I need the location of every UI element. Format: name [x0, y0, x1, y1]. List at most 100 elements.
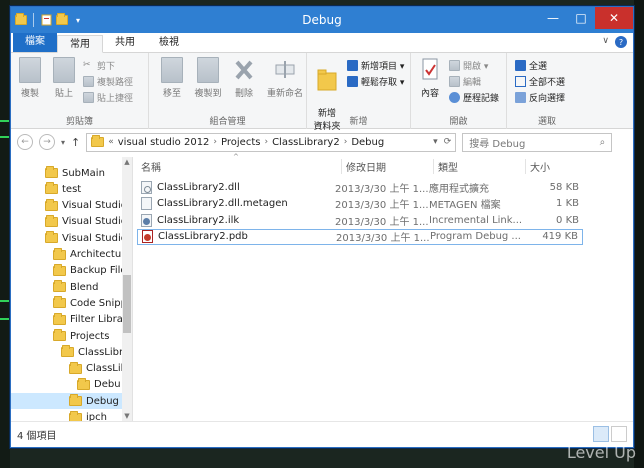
tree-item[interactable]: SubMain	[45, 165, 105, 181]
new-item-button[interactable]: 新增項目 ▾	[347, 59, 404, 72]
paste-shortcut-button[interactable]: 貼上捷徑	[83, 91, 133, 104]
file-type: Program Debug ...	[430, 231, 521, 242]
file-name: ClassLibrary2.pdb	[158, 231, 248, 242]
search-icon: ⌕	[599, 136, 606, 148]
file-list: ^ 名稱 修改日期 類型 大小 ClassLibrary2.dll 2013/3/3…	[133, 153, 633, 421]
tab-share[interactable]: 共用	[103, 34, 147, 52]
address-dropdown-icon[interactable]: ▾	[433, 137, 438, 147]
tree-item[interactable]: ipch	[69, 410, 107, 421]
properties-checklist-icon	[419, 57, 441, 83]
column-header-size[interactable]: 大小	[525, 159, 550, 174]
open-button[interactable]: 開啟 ▾	[449, 59, 488, 72]
column-header-date[interactable]: 修改日期	[341, 159, 386, 174]
explorer-folder-icon[interactable]	[15, 13, 27, 26]
move-to-button[interactable]: 移至	[155, 57, 189, 99]
close-button[interactable]: ✕	[595, 7, 633, 29]
search-placeholder: 搜尋 Debug	[469, 138, 526, 150]
file-size: 0 KB	[556, 214, 579, 226]
tree-item[interactable]: Filter Library	[53, 312, 132, 328]
tree-item-label: Projects	[70, 330, 110, 342]
tab-home[interactable]: 常用	[57, 35, 103, 53]
back-button[interactable]: ←	[17, 134, 33, 150]
sort-ascending-icon: ^	[233, 153, 239, 161]
refresh-icon[interactable]: ⟳	[444, 137, 452, 147]
open-group-label: 開啟	[449, 117, 468, 127]
maximize-button[interactable]: □	[567, 7, 595, 29]
tree-item-label: Visual Studio	[62, 232, 127, 244]
select-all-button[interactable]: 全選	[515, 59, 547, 72]
select-none-icon	[515, 76, 526, 87]
tree-item[interactable]: Projects	[53, 328, 109, 344]
tree-item-label: Visual Studio	[62, 200, 127, 212]
expand-ribbon-icon[interactable]: ∨	[602, 36, 609, 48]
cut-button[interactable]: ✂ 剪下	[83, 59, 115, 72]
easy-access-button[interactable]: 輕鬆存取 ▾	[347, 75, 404, 88]
breadcrumb-item[interactable]: Debug	[351, 137, 384, 148]
tab-view[interactable]: 檢視	[147, 34, 191, 52]
file-row[interactable]: ClassLibrary2.pdb 2013/3/30 上午 1... Progra…	[137, 228, 583, 245]
easy-access-icon	[347, 76, 358, 87]
new-group-label: 新增	[349, 117, 368, 127]
properties-button[interactable]: 內容	[413, 57, 447, 99]
column-header-name[interactable]: ^ 名稱	[141, 153, 239, 174]
new-folder-icon[interactable]	[56, 13, 68, 26]
tree-item[interactable]: Blend	[53, 279, 98, 295]
delete-button[interactable]: 刪除	[227, 57, 261, 99]
forward-button[interactable]: →	[39, 134, 55, 150]
help-icon[interactable]: ?	[615, 36, 627, 48]
scroll-up-icon[interactable]: ▲	[122, 157, 132, 167]
file-row[interactable]: ClassLibrary2.dll.metagen 2013/3/30 上午 1.…	[137, 196, 583, 212]
edit-button[interactable]: 編輯	[449, 75, 481, 88]
tree-item[interactable]: Debu	[77, 377, 121, 393]
navigation-pane-scrollbar[interactable]: ▲ ▼	[122, 157, 132, 421]
tab-file[interactable]: 檔案	[13, 33, 57, 52]
minimize-button[interactable]: —	[539, 7, 567, 29]
tree-item[interactable]: Architecture	[53, 247, 131, 263]
breadcrumb-separator-icon[interactable]: ›	[213, 137, 217, 147]
tree-item-label: SubMain	[62, 167, 105, 179]
folder-icon	[69, 361, 82, 374]
copy-button[interactable]: 複製	[13, 57, 47, 99]
tree-item[interactable]: Code Snipp	[53, 295, 127, 311]
history-button[interactable]: 歷程記錄	[449, 91, 499, 104]
select-group: 全選 全部不選 反向選擇 選取	[507, 53, 587, 129]
paste-button[interactable]: 貼上	[47, 57, 81, 99]
breadcrumb-item[interactable]: ClassLibrary2	[272, 137, 340, 148]
tree-item[interactable]: test	[45, 181, 81, 197]
details-view-button[interactable]	[593, 426, 609, 442]
scroll-down-icon[interactable]: ▼	[122, 411, 132, 421]
tree-item[interactable]: ClassLib	[69, 361, 127, 377]
tree-item[interactable]: Debug	[11, 393, 123, 410]
large-icons-view-button[interactable]	[611, 426, 627, 442]
tree-item[interactable]: Visual Studio	[45, 214, 127, 230]
search-input[interactable]: 搜尋 Debug ⌕	[462, 132, 613, 152]
copy-to-button[interactable]: 複製到	[191, 57, 225, 99]
ribbon: 複製 貼上 ✂ 剪下 複製路徑 貼上捷徑 剪貼簿 移至 複製到 刪除 重新命名 …	[11, 53, 633, 132]
file-icon	[141, 197, 152, 210]
tree-item[interactable]: Visual Studio	[45, 230, 127, 246]
select-none-button[interactable]: 全部不選	[515, 75, 565, 88]
recent-locations-icon[interactable]: ▾	[61, 138, 65, 147]
address-bar[interactable]: « visual studio 2012 › Projects › ClassL…	[86, 132, 457, 152]
folder-icon	[53, 329, 66, 341]
copy-path-button[interactable]: 複製路徑	[83, 75, 133, 88]
customize-qat-icon[interactable]: ▾	[72, 14, 84, 26]
tree-item[interactable]: ClassLibra	[61, 344, 129, 360]
invert-selection-button[interactable]: 反向選擇	[515, 91, 565, 104]
tree-item[interactable]: Visual Studio	[45, 198, 127, 214]
breadcrumb-separator-icon[interactable]: ›	[344, 137, 348, 147]
clipboard-group: 複製 貼上 ✂ 剪下 複製路徑 貼上捷徑 剪貼簿	[11, 53, 149, 129]
file-row[interactable]: ClassLibrary2.dll 2013/3/30 上午 1... 應用程式擴充…	[137, 179, 583, 195]
properties-icon[interactable]	[40, 14, 52, 26]
scrollbar-thumb[interactable]	[123, 275, 131, 333]
up-button[interactable]: ↑	[71, 136, 80, 149]
title-bar[interactable]: ▾ Debug — □ ✕	[11, 7, 633, 33]
breadcrumb-item[interactable]: Projects	[221, 137, 260, 148]
column-header-type[interactable]: 類型	[433, 159, 458, 174]
breadcrumb-item[interactable]: visual studio 2012	[118, 137, 210, 148]
rename-button[interactable]: 重新命名	[263, 57, 307, 99]
file-row[interactable]: ClassLibrary2.ilk 2013/3/30 上午 1... Increm…	[137, 212, 583, 228]
breadcrumb-overflow[interactable]: «	[108, 137, 114, 147]
tree-item[interactable]: Backup File	[53, 263, 127, 279]
breadcrumb-separator-icon[interactable]: ›	[264, 137, 268, 147]
